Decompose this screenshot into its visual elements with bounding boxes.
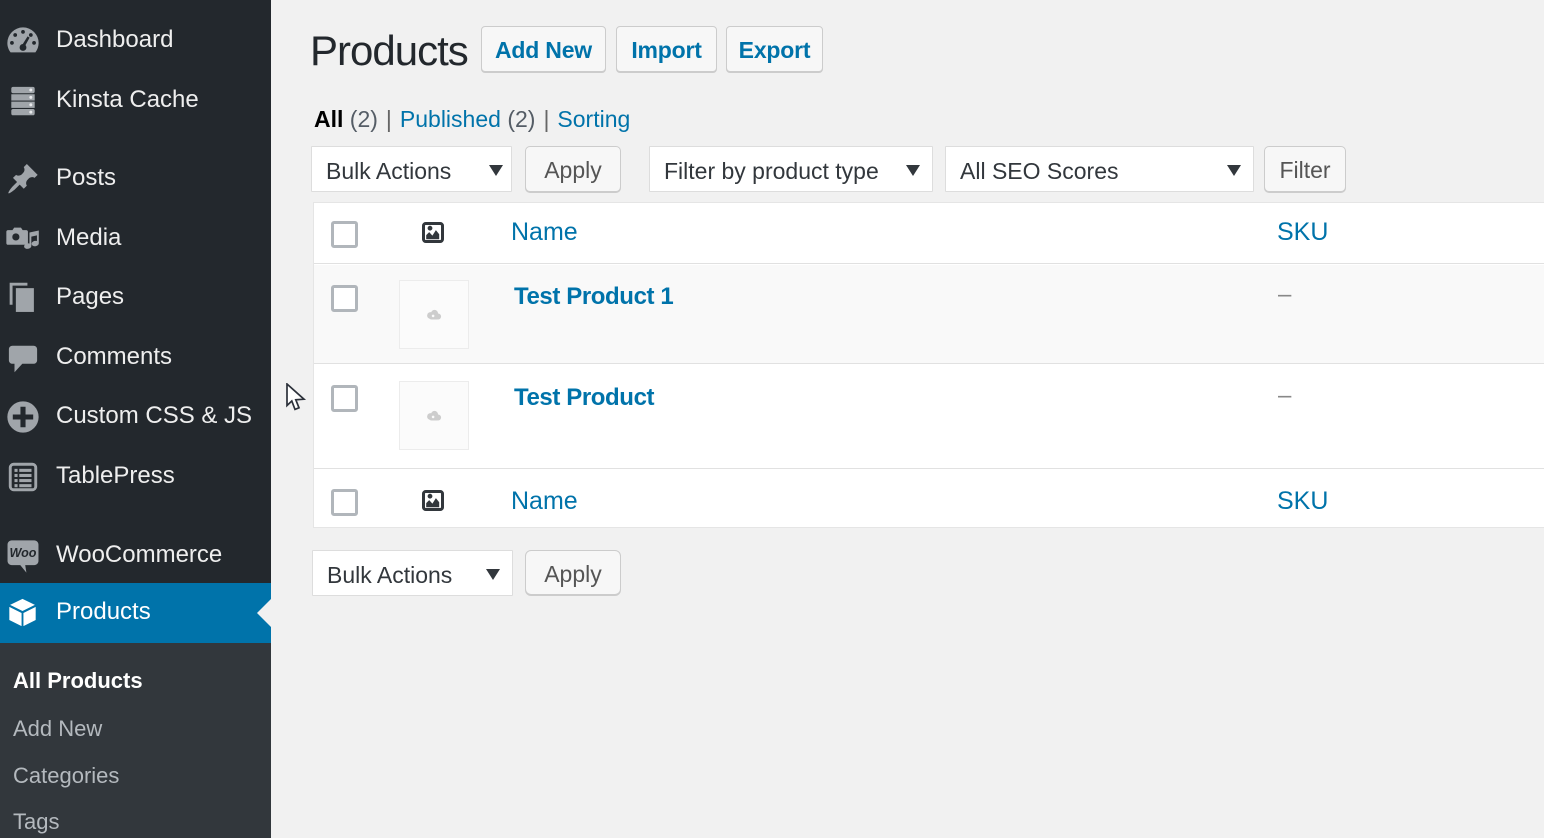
- svg-text:Woo: Woo: [9, 546, 36, 560]
